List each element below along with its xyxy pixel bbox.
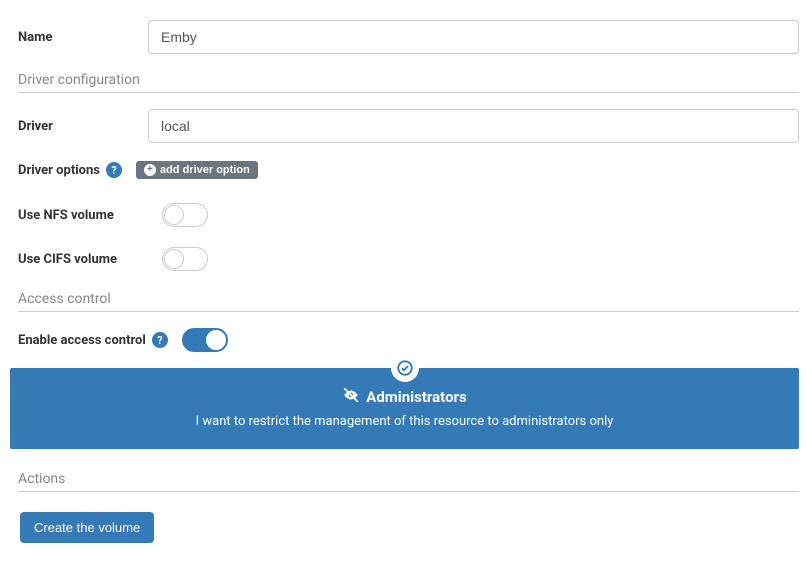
access-control-toggle[interactable] <box>182 328 228 352</box>
help-icon[interactable]: ? <box>152 332 168 348</box>
administrators-title: Administrators <box>366 388 466 406</box>
driver-options-row: Driver options ? + add driver option <box>18 161 799 179</box>
driver-row: Driver <box>18 109 799 143</box>
nfs-label: Use NFS volume <box>18 208 148 223</box>
eye-off-icon <box>342 386 360 408</box>
driver-options-label: Driver options <box>18 163 100 178</box>
cifs-label: Use CIFS volume <box>18 252 148 267</box>
name-label: Name <box>18 30 148 45</box>
administrators-title-row: Administrators <box>342 386 466 408</box>
cifs-row: Use CIFS volume <box>18 247 799 271</box>
administrators-card[interactable]: Administrators I want to restrict the ma… <box>10 368 799 449</box>
add-driver-option-label: add driver option <box>160 164 250 176</box>
driver-input[interactable] <box>148 109 799 143</box>
name-row: Name <box>18 20 799 54</box>
access-control-header: Access control <box>18 291 799 312</box>
nfs-row: Use NFS volume <box>18 203 799 227</box>
name-input[interactable] <box>148 20 799 54</box>
nfs-toggle[interactable] <box>162 203 208 227</box>
plus-icon: + <box>144 164 156 176</box>
help-icon[interactable]: ? <box>106 162 122 178</box>
administrators-desc: I want to restrict the management of thi… <box>30 414 779 429</box>
cifs-toggle[interactable] <box>162 247 208 271</box>
driver-config-header: Driver configuration <box>18 72 799 93</box>
add-driver-option-button[interactable]: + add driver option <box>136 161 258 179</box>
access-control-label: Enable access control <box>18 333 146 348</box>
actions-header: Actions <box>18 471 799 492</box>
driver-label: Driver <box>18 119 148 134</box>
create-volume-button[interactable]: Create the volume <box>20 512 154 543</box>
check-icon <box>391 354 419 382</box>
access-control-row: Enable access control ? <box>18 328 799 352</box>
